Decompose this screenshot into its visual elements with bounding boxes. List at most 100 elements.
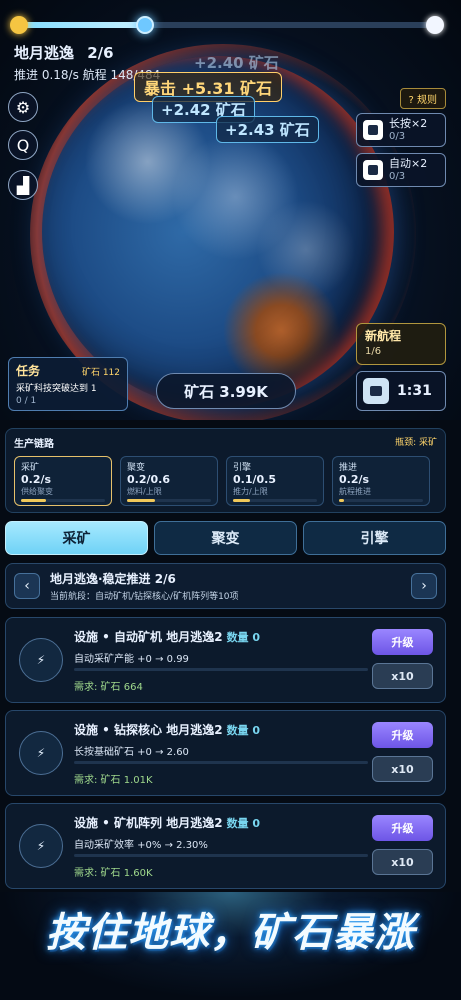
gear-icon: ⚙ (15, 97, 31, 117)
new-voyage-progress: 1/6 (365, 346, 382, 357)
prev-stage-button[interactable]: ‹ (14, 573, 40, 599)
search-button[interactable]: Q (8, 130, 38, 160)
chain-stage-value: 0.1/0.5 (233, 473, 276, 486)
settings-button[interactable]: ⚙ (8, 92, 38, 122)
leaderboard-icon: ▟ (16, 175, 30, 195)
ad-timer-button[interactable]: 1:31 (356, 371, 446, 411)
voyage-progress-fill (14, 22, 146, 28)
facility-effect: 自动采矿效率 +0% → 2.30% (74, 840, 208, 851)
facility-card: ⚡ 设施 • 矿机阵列 地月逃逸2 数量 0 自动采矿效率 +0% → 2.30%… (5, 803, 446, 889)
facility-progress-bar (74, 854, 368, 857)
chain-stage-value: 0.2/0.6 (127, 473, 170, 486)
stage-nav-title: 地月逃逸·稳定推进 2/6 (50, 572, 176, 586)
facility-progress-bar (74, 761, 368, 764)
auto-boost-button[interactable]: 自动×2 0/3 (356, 153, 446, 187)
voyage-progress-bar (10, 16, 444, 34)
facility-effect: 长按基础矿石 +0 → 2.60 (74, 747, 189, 758)
chain-stage[interactable]: 聚变 0.2/0.6 燃料/上限 (120, 456, 218, 506)
task-progress: 0 / 1 (16, 396, 37, 406)
facility-name: 设施 • 自动矿机 地月逃逸2 (74, 630, 223, 644)
search-icon: Q (16, 135, 30, 155)
facility-cost: 需求: 矿石 1.01K (74, 775, 153, 786)
chevron-left-icon: ‹ (24, 578, 30, 594)
video-icon (363, 378, 389, 404)
destination-marker (426, 16, 444, 34)
ore-popup: +2.43 矿石 (216, 116, 319, 143)
facility-title: 设施 • 矿机阵列 地月逃逸2 数量 0 (74, 814, 260, 831)
lightning-icon: ⚡ (19, 824, 63, 868)
facility-cost: 需求: 矿石 1.60K (74, 868, 153, 879)
chain-stage-bar-fill (21, 499, 47, 502)
chain-title: 生产链路 (14, 439, 54, 450)
lightning-icon: ⚡ (19, 638, 63, 682)
chevron-right-icon: › (421, 578, 427, 594)
chain-stage-note: 航程推进 (339, 487, 371, 496)
chain-stage[interactable]: 采矿 0.2/s 供给聚变 (14, 456, 112, 506)
next-stage-button[interactable]: › (411, 573, 437, 599)
upgrade-x10-button[interactable]: x10 (372, 756, 433, 782)
stage-nav-subtitle: 当前航段：自动矿机/钻探核心/矿机阵列等10项 (50, 592, 239, 602)
production-chain: 生产链路 瓶颈: 采矿 采矿 0.2/s 供给聚变 聚变 0.2/0.6 燃料/上限 引擎 0… (5, 428, 446, 513)
chain-stage-bar-fill (127, 499, 155, 502)
tab-engine[interactable]: 引擎 (303, 521, 446, 555)
timer-value: 1:31 (397, 383, 432, 399)
ore-total: 矿石 3.99K (156, 373, 296, 409)
upgrade-button[interactable]: 升级 (372, 629, 433, 655)
new-voyage-button[interactable]: 新航程 1/6 (356, 323, 446, 365)
chain-stage-name: 采矿 (21, 463, 40, 473)
category-tabs: 采矿 聚变 引擎 (5, 521, 446, 555)
chain-stage-note: 燃料/上限 (127, 487, 162, 496)
upgrade-x10-button[interactable]: x10 (372, 663, 433, 689)
facility-title: 设施 • 钻探核心 地月逃逸2 数量 0 (74, 721, 260, 738)
play-icon (363, 160, 383, 180)
current-position-marker (136, 16, 155, 34)
upgrade-button[interactable]: 升级 (372, 815, 433, 841)
boost-label: 自动×2 (389, 157, 428, 170)
play-icon (363, 120, 383, 140)
upgrade-x10-button[interactable]: x10 (372, 849, 433, 875)
upgrade-button[interactable]: 升级 (372, 722, 433, 748)
boost-count: 0/3 (389, 171, 406, 182)
chain-stage-note: 供给聚变 (21, 487, 53, 496)
chain-stage-value: 0.2/s (21, 473, 52, 486)
task-reward: 矿石 112 (81, 368, 120, 378)
task-card[interactable]: 任务 矿石 112 采矿科技突破达到 1 0 / 1 (8, 357, 128, 411)
stage-progress: 2/6 (87, 44, 114, 62)
hold-boost-button[interactable]: 长按×2 0/3 (356, 113, 446, 147)
tab-fusion[interactable]: 聚变 (154, 521, 297, 555)
task-title: 任务 (16, 364, 41, 378)
chain-stage-name: 聚变 (127, 463, 146, 473)
chain-stage-note: 推力/上限 (233, 487, 268, 496)
facility-effect: 自动采矿产能 +0 → 0.99 (74, 654, 189, 665)
rules-button[interactable]: ? 规则 (399, 88, 446, 109)
facility-name: 设施 • 矿机阵列 地月逃逸2 (74, 816, 223, 830)
lightning-icon: ⚡ (19, 731, 63, 775)
leaderboard-button[interactable]: ▟ (8, 170, 38, 200)
facility-card: ⚡ 设施 • 自动矿机 地月逃逸2 数量 0 自动采矿产能 +0 → 0.99 需… (5, 617, 446, 703)
stage-navigator: ‹ 地月逃逸·稳定推进 2/6 当前航段：自动矿机/钻探核心/矿机阵列等10项 … (5, 563, 446, 609)
task-description: 采矿科技突破达到 1 (16, 384, 97, 394)
start-marker (10, 16, 28, 34)
boost-count: 0/3 (389, 131, 406, 142)
facility-cost: 需求: 矿石 664 (74, 682, 143, 693)
chain-stage[interactable]: 引擎 0.1/0.5 推力/上限 (226, 456, 324, 506)
facility-title: 设施 • 自动矿机 地月逃逸2 数量 0 (74, 628, 260, 645)
facility-count: 数量 0 (226, 631, 261, 644)
stage-name: 地月逃逸 (14, 44, 75, 62)
facility-count: 数量 0 (226, 817, 261, 830)
chain-stage-value: 0.2/s (339, 473, 370, 486)
facility-count: 数量 0 (226, 724, 261, 737)
chain-stage[interactable]: 推进 0.2/s 航程推进 (332, 456, 430, 506)
facility-card: ⚡ 设施 • 钻探核心 地月逃逸2 数量 0 长按基础矿石 +0 → 2.60 需… (5, 710, 446, 796)
stage-title: 地月逃逸 2/6 (14, 42, 114, 63)
chain-stage-bar-fill (339, 499, 345, 502)
new-voyage-title: 新航程 (365, 329, 402, 343)
chain-bottleneck: 瓶颈: 采矿 (395, 438, 437, 448)
facility-progress-bar (74, 668, 368, 671)
facility-name: 设施 • 钻探核心 地月逃逸2 (74, 723, 223, 737)
chain-stage-bar (233, 499, 317, 502)
tab-mining[interactable]: 采矿 (5, 521, 148, 555)
chain-stage-name: 推进 (339, 463, 358, 473)
chain-stage-bar-fill (233, 499, 250, 502)
chain-stage-bar (21, 499, 105, 502)
